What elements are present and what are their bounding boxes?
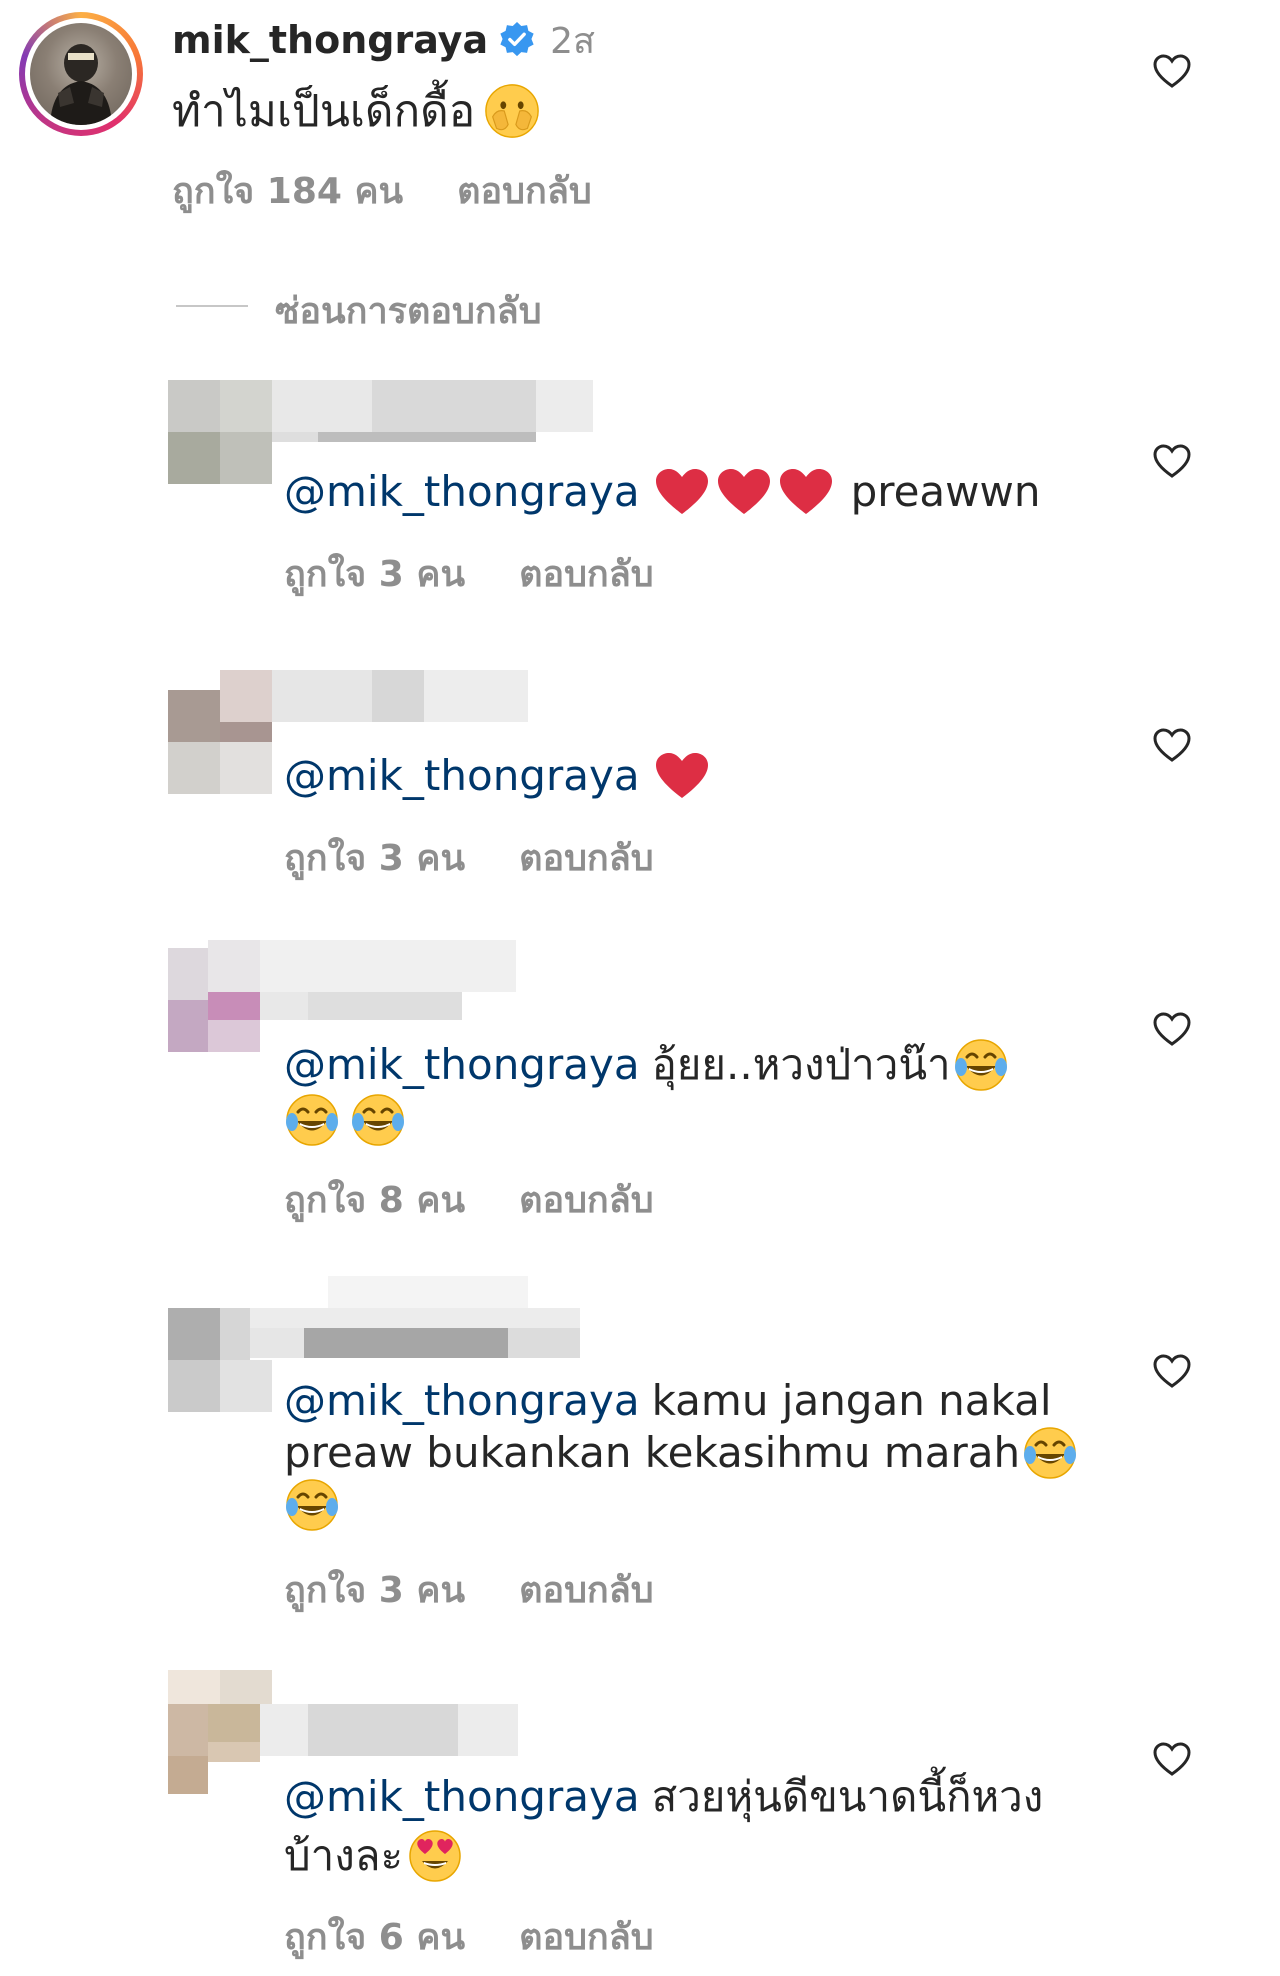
reply-4-meta: ถูกใจ 3 คน ตอบกลับ — [284, 1561, 654, 1618]
face-with-tears-of-joy-emoji — [954, 1039, 1007, 1091]
reply-1-meta: ถูกใจ 3 คน ตอบกลับ — [284, 545, 654, 602]
heart-outline-icon[interactable] — [1152, 52, 1192, 92]
face-with-hand-over-mouth-emoji — [485, 84, 539, 138]
mention-link[interactable]: @mik_thongraya — [284, 1039, 640, 1091]
reply-text-line-2: preaw bukankan kekasihmu marah — [284, 1428, 1021, 1477]
face-with-tears-of-joy-emoji — [286, 1094, 338, 1146]
reply-text-line-2: บ้างละ — [284, 1831, 404, 1880]
reply-button[interactable]: ตอบกลับ — [519, 1171, 654, 1228]
like-count[interactable]: ถูกใจ 3 คน — [284, 545, 465, 602]
comment-header: mik_thongraya 2ส — [172, 14, 595, 66]
like-count[interactable]: ถูกใจ 6 คน — [284, 1908, 465, 1965]
reply-5-body: @mik_thongraya สวยหุ่นดีขนาดนี้ก็หวง บ้า… — [284, 1768, 1104, 1886]
face-with-tears-of-joy-emoji — [286, 1479, 338, 1531]
reply-text: preawwn — [850, 467, 1041, 516]
comment-meta: ถูกใจ 184 คน ตอบกลับ — [172, 162, 592, 219]
reply-2-body: @mik_thongraya — [284, 746, 713, 806]
reply-button[interactable]: ตอบกลับ — [457, 162, 592, 219]
reply-button[interactable]: ตอบกลับ — [519, 545, 654, 602]
avatar-figure-icon — [50, 44, 112, 125]
like-count[interactable]: ถูกใจ 8 คน — [284, 1171, 465, 1228]
mention-link[interactable]: @mik_thongraya — [284, 466, 640, 518]
mention-link[interactable]: @mik_thongraya — [284, 1375, 640, 1427]
avatar[interactable] — [19, 12, 143, 136]
reply-3-body: @mik_thongraya อุ้ยย..หวงป่าวน๊า — [284, 1036, 1064, 1146]
reply-4-body: @mik_thongraya kamu jangan nakal preaw b… — [284, 1375, 1104, 1531]
heart-outline-icon[interactable] — [1152, 1740, 1192, 1780]
heart-eyes-emoji — [409, 1830, 461, 1882]
verified-badge-icon — [500, 21, 534, 57]
red-heart-emoji — [655, 469, 708, 514]
reply-button[interactable]: ตอบกลับ — [519, 1908, 654, 1965]
mention-link[interactable]: @mik_thongraya — [284, 1771, 640, 1823]
reply-2-meta: ถูกใจ 3 คน ตอบกลับ — [284, 829, 654, 886]
heart-outline-icon[interactable] — [1152, 726, 1192, 766]
red-heart-emoji — [717, 469, 770, 514]
reply-button[interactable]: ตอบกลับ — [519, 1561, 654, 1618]
comment-text: ทำไมเป็นเด็กดื้อ — [172, 86, 476, 137]
hide-replies-button[interactable]: ซ่อนการตอบกลับ — [275, 282, 542, 339]
comment-body: ทำไมเป็นเด็กดื้อ — [172, 78, 541, 144]
reply-text-line-1: kamu jangan nakal — [651, 1376, 1052, 1425]
reply-3-meta: ถูกใจ 8 คน ตอบกลับ — [284, 1171, 654, 1228]
like-count[interactable]: ถูกใจ 184 คน — [172, 162, 403, 219]
avatar-photo — [30, 23, 132, 125]
username[interactable]: mik_thongraya — [172, 18, 488, 62]
reply-text-line-1: สวยหุ่นดีขนาดนี้ก็หวง — [651, 1772, 1044, 1821]
reply-text: อุ้ยย..หวงป่าวน๊า — [651, 1040, 951, 1089]
hide-replies-line — [176, 305, 248, 307]
reply-5-meta: ถูกใจ 6 คน ตอบกลับ — [284, 1908, 654, 1965]
reply-1-body: @mik_thongraya preawwn — [284, 462, 1040, 522]
red-heart-emoji — [655, 753, 708, 798]
comment-time: 2ส — [550, 20, 595, 62]
heart-outline-icon[interactable] — [1152, 1352, 1192, 1392]
like-count[interactable]: ถูกใจ 3 คน — [284, 829, 465, 886]
avatar-border — [25, 18, 137, 130]
face-with-tears-of-joy-emoji — [1024, 1427, 1077, 1479]
red-heart-emoji — [779, 469, 832, 514]
face-with-tears-of-joy-emoji — [352, 1094, 404, 1146]
like-count[interactable]: ถูกใจ 3 คน — [284, 1561, 465, 1618]
heart-outline-icon[interactable] — [1152, 1010, 1192, 1050]
heart-outline-icon[interactable] — [1152, 442, 1192, 482]
reply-button[interactable]: ตอบกลับ — [519, 829, 654, 886]
mention-link[interactable]: @mik_thongraya — [284, 750, 640, 802]
